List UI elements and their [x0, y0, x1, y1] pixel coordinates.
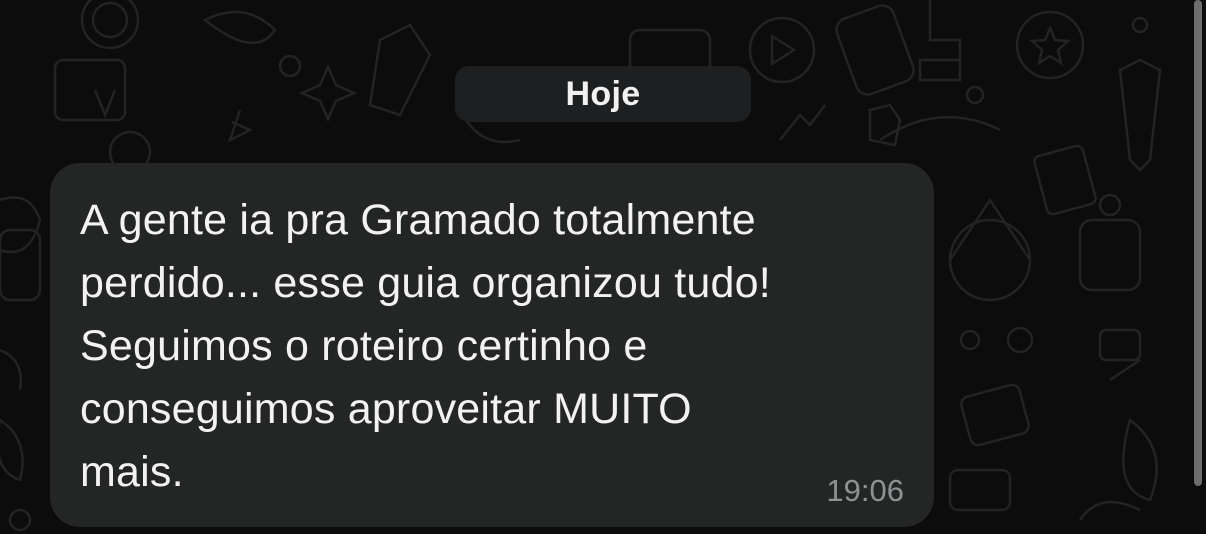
- message-text: A gente ia pra Gramado totalmente perdid…: [80, 196, 771, 496]
- chat-view: Hoje A gente ia pra Gramado totalmente p…: [0, 0, 1206, 534]
- date-separator: Hoje: [455, 66, 751, 122]
- scrollbar[interactable]: [1194, 0, 1202, 486]
- message-timestamp: 19:06: [826, 473, 904, 508]
- message-bubble-incoming[interactable]: A gente ia pra Gramado totalmente perdid…: [50, 163, 934, 527]
- date-separator-label: Hoje: [565, 74, 641, 113]
